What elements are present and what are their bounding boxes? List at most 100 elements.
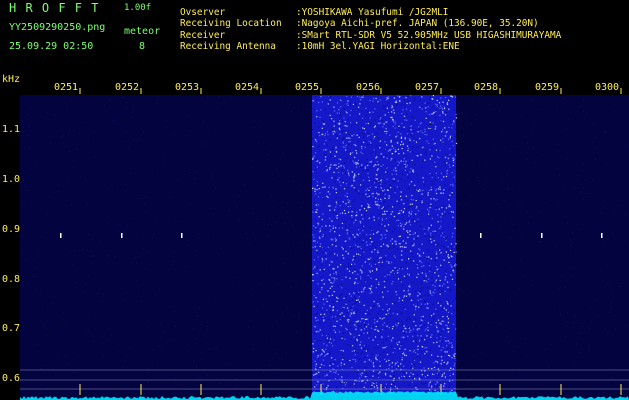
noise-speck xyxy=(397,180,399,182)
noise-speck xyxy=(323,283,325,285)
noise-speck xyxy=(531,100,533,102)
noise-speck xyxy=(454,183,456,185)
noise-speck xyxy=(372,192,374,195)
meteor-echo xyxy=(541,233,543,238)
noise-speck xyxy=(364,261,366,263)
noise-speck xyxy=(419,99,421,101)
noise-speck xyxy=(358,229,360,231)
noise-speck xyxy=(401,122,403,125)
noise-speck xyxy=(431,315,433,317)
noise-speck xyxy=(431,368,433,370)
noise-speck xyxy=(313,225,315,227)
noise-speck xyxy=(314,367,317,369)
noise-speck xyxy=(342,201,344,203)
noise-speck xyxy=(446,351,448,353)
noise-speck xyxy=(404,226,406,228)
noise-speck xyxy=(443,246,445,248)
noise-speck xyxy=(476,113,478,115)
noise-speck xyxy=(391,261,393,264)
noise-speck xyxy=(426,281,428,283)
noise-speck xyxy=(367,164,369,166)
noise-speck xyxy=(574,314,576,316)
noise-speck xyxy=(455,117,458,119)
noise-speck xyxy=(388,197,390,199)
noise-speck xyxy=(404,360,406,362)
noise-speck xyxy=(595,299,597,301)
noise-speck xyxy=(377,303,379,305)
noise-speck xyxy=(384,207,386,209)
noise-speck xyxy=(331,118,333,120)
noise-speck xyxy=(424,376,426,378)
noise-speck xyxy=(329,352,331,354)
noise-speck xyxy=(391,340,393,342)
noise-speck xyxy=(256,222,258,223)
noise-speck xyxy=(360,332,362,334)
noise-speck xyxy=(550,344,552,345)
noise-speck xyxy=(162,160,164,162)
noise-speck xyxy=(370,277,372,279)
noise-speck xyxy=(443,365,445,367)
noise-speck xyxy=(394,192,396,194)
noise-speck xyxy=(450,245,453,247)
noise-speck xyxy=(87,105,89,107)
noise-speck xyxy=(342,359,344,361)
noise-speck xyxy=(366,169,368,171)
noise-speck xyxy=(375,325,377,328)
noise-speck xyxy=(430,198,432,200)
noise-speck xyxy=(420,324,422,326)
noise-speck xyxy=(428,235,430,237)
noise-speck xyxy=(396,386,398,388)
noise-speck xyxy=(435,253,438,255)
noise-speck xyxy=(453,176,455,178)
noise-speck xyxy=(350,339,352,341)
noise-speck xyxy=(443,176,445,178)
noise-speck xyxy=(319,249,321,251)
noise-speck xyxy=(332,147,334,149)
noise-speck xyxy=(385,312,387,314)
noise-speck xyxy=(329,338,332,340)
noise-speck xyxy=(385,313,387,315)
noise-speck xyxy=(376,192,378,194)
noise-speck xyxy=(418,377,420,379)
noise-speck xyxy=(450,367,452,369)
noise-speck xyxy=(206,321,208,323)
noise-speck xyxy=(343,107,345,110)
noise-speck xyxy=(446,327,448,329)
noise-speck xyxy=(376,387,379,389)
noise-speck xyxy=(435,251,438,253)
noise-speck xyxy=(450,243,452,245)
noise-speck xyxy=(527,222,529,224)
noise-speck xyxy=(359,113,361,115)
noise-speck xyxy=(398,268,400,270)
noise-speck xyxy=(525,337,527,339)
noise-speck xyxy=(334,325,336,327)
noise-speck xyxy=(439,107,441,109)
noise-speck xyxy=(366,376,368,378)
noise-speck xyxy=(431,373,434,375)
noise-speck xyxy=(448,303,450,305)
noise-speck xyxy=(416,237,418,239)
noise-speck xyxy=(384,372,387,375)
noise-speck xyxy=(400,199,403,201)
noise-speck xyxy=(412,282,414,284)
noise-speck xyxy=(375,164,377,166)
noise-speck xyxy=(420,285,422,287)
noise-speck xyxy=(373,149,375,151)
noise-speck xyxy=(359,166,361,168)
noise-speck xyxy=(444,376,446,378)
noise-speck xyxy=(326,300,328,303)
noise-speck xyxy=(432,271,435,273)
noise-speck xyxy=(390,186,392,189)
noise-speck xyxy=(406,372,408,374)
noise-speck xyxy=(400,281,402,283)
noise-speck xyxy=(409,102,411,104)
noise-speck xyxy=(397,270,399,272)
noise-speck xyxy=(428,210,430,212)
noise-speck xyxy=(342,317,344,319)
noise-speck xyxy=(452,123,454,125)
noise-speck xyxy=(372,181,374,183)
noise-speck xyxy=(437,221,439,223)
noise-speck xyxy=(376,133,378,135)
noise-speck xyxy=(412,245,414,247)
noise-speck xyxy=(324,186,326,188)
